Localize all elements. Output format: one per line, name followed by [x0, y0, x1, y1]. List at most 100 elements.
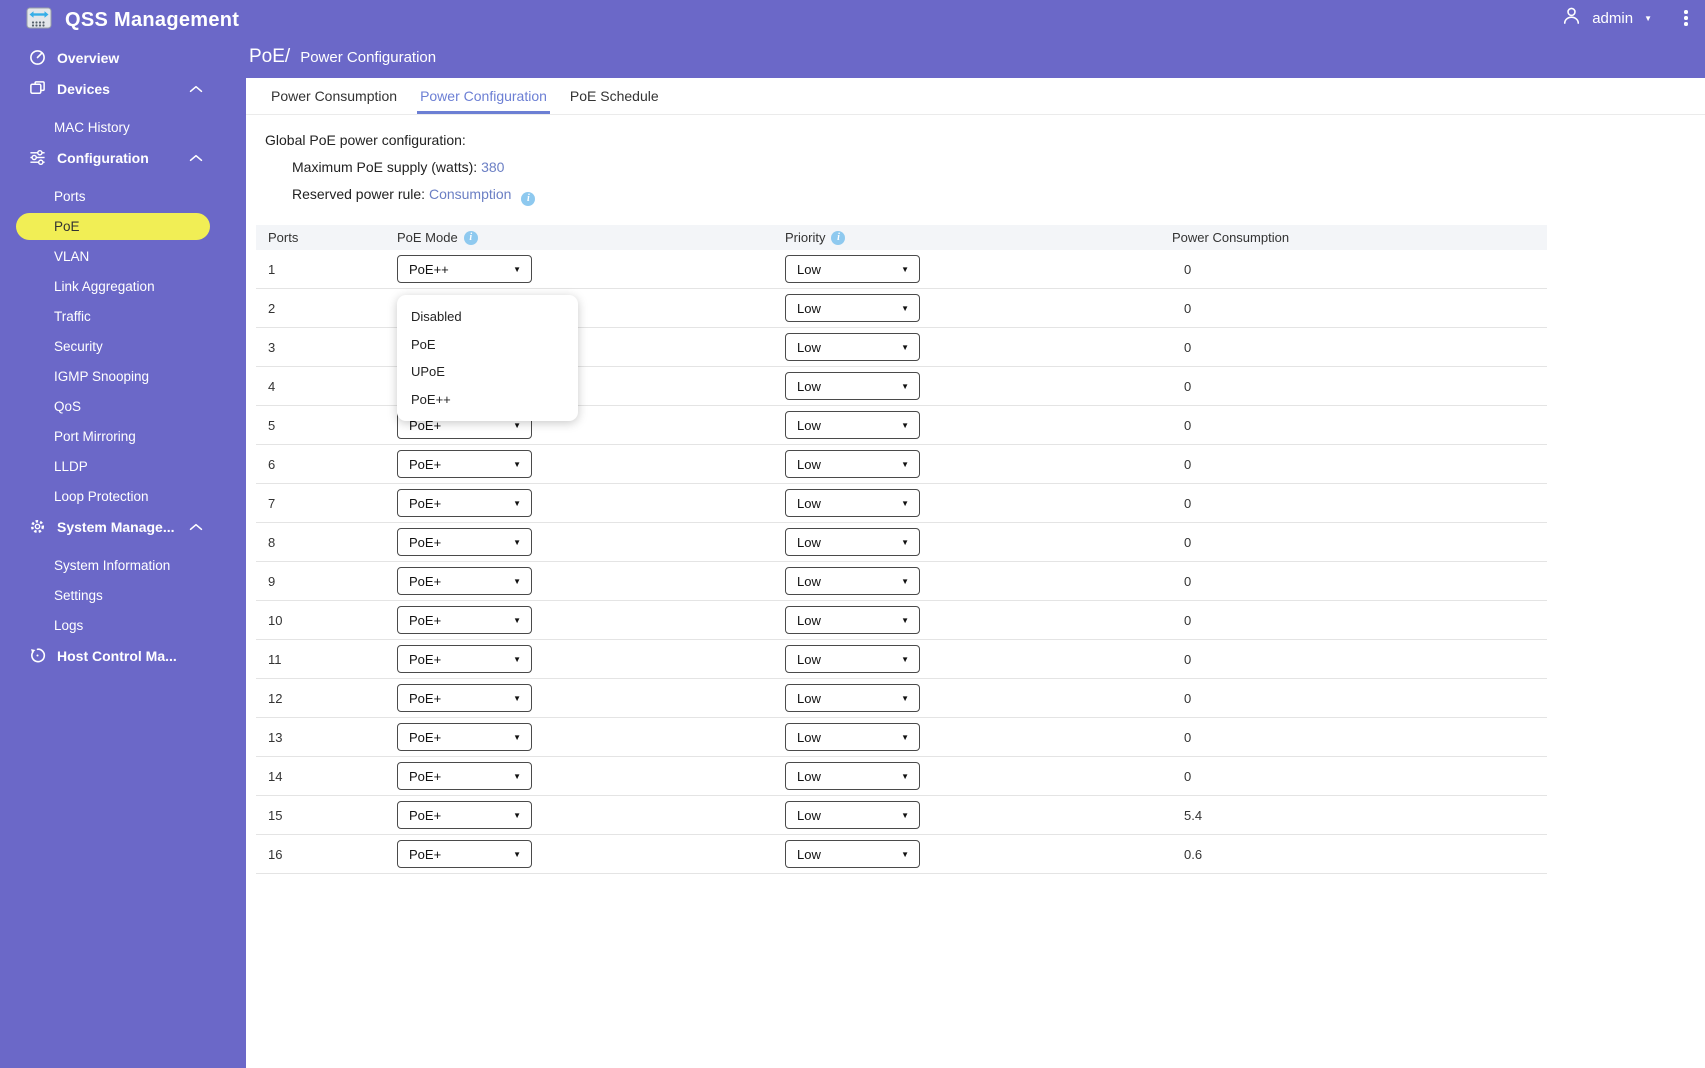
sidebar-item-ports[interactable]: Ports	[0, 181, 246, 211]
sidebar-item-logs[interactable]: Logs	[0, 610, 246, 640]
poe-mode-select[interactable]: PoE+ ▼	[397, 450, 532, 478]
breadcrumb-page: Power Configuration	[300, 48, 437, 66]
qss-management-window: QSS Management admin ▼ Overview Devices …	[0, 0, 1705, 1068]
table-row: 8 PoE+ ▼ Low ▼ 0	[256, 523, 1547, 562]
port-number: 8	[268, 534, 276, 550]
sidebar-item-loop-protection[interactable]: Loop Protection	[0, 481, 246, 511]
sidebar-item-configuration[interactable]: Configuration	[0, 142, 246, 173]
caret-down-icon: ▼	[901, 537, 909, 547]
max-supply-value-link[interactable]: 380	[481, 159, 504, 175]
caret-down-icon: ▼	[513, 654, 521, 664]
port-number: 6	[268, 456, 276, 472]
caret-down-icon: ▼	[901, 849, 909, 859]
devices-icon	[28, 80, 46, 98]
priority-select[interactable]: Low ▼	[785, 372, 920, 400]
user-menu[interactable]: admin ▼	[1562, 0, 1652, 36]
caret-down-icon: ▼	[513, 849, 521, 859]
sidebar-item-qos[interactable]: QoS	[0, 391, 246, 421]
priority-select[interactable]: Low ▼	[785, 723, 920, 751]
sidebar-item-lldp[interactable]: LLDP	[0, 451, 246, 481]
sidebar-item-security[interactable]: Security	[0, 331, 246, 361]
priority-select[interactable]: Low ▼	[785, 255, 920, 283]
poe-mode-select[interactable]: PoE++ ▼	[397, 255, 532, 283]
caret-down-icon: ▼	[1644, 13, 1652, 23]
info-icon[interactable]: i	[463, 230, 478, 245]
chevron-up-icon[interactable]	[189, 523, 203, 531]
sidebar-item-system-manage[interactable]: System Manage...	[0, 511, 246, 542]
priority-select[interactable]: Low ▼	[785, 567, 920, 595]
sidebar-item-mac-history[interactable]: MAC History	[0, 112, 246, 142]
info-icon[interactable]: i	[831, 230, 846, 245]
sidebar-item-system-information[interactable]: System Information	[0, 550, 246, 580]
col-header-poe-mode: PoE Mode i	[385, 230, 773, 245]
tab-power-consumption[interactable]: Power Consumption	[271, 78, 397, 114]
caret-down-icon: ▼	[901, 771, 909, 781]
dropdown-option-upoe[interactable]: UPoE	[397, 358, 578, 386]
brand: QSS Management	[26, 5, 239, 36]
chevron-up-icon[interactable]	[189, 85, 203, 93]
sidebar-item-traffic[interactable]: Traffic	[0, 301, 246, 331]
priority-select[interactable]: Low ▼	[785, 333, 920, 361]
tab-power-configuration[interactable]: Power Configuration	[417, 78, 550, 114]
poe-mode-select[interactable]: PoE+ ▼	[397, 606, 532, 634]
power-consumption-value: 0	[1184, 651, 1192, 667]
info-icon[interactable]: i	[521, 191, 536, 206]
poe-mode-select[interactable]: PoE+ ▼	[397, 567, 532, 595]
sidebar-item-settings[interactable]: Settings	[0, 580, 246, 610]
reserved-rule-value-link[interactable]: Consumption	[429, 186, 512, 202]
poe-mode-select[interactable]: PoE+ ▼	[397, 840, 532, 868]
sidebar-item-host-control-ma[interactable]: Host Control Ma...	[0, 640, 246, 671]
power-consumption-value: 0	[1184, 339, 1192, 355]
sidebar-item-igmp-snooping[interactable]: IGMP Snooping	[0, 361, 246, 391]
poe-mode-select[interactable]: PoE+ ▼	[397, 489, 532, 517]
priority-select[interactable]: Low ▼	[785, 801, 920, 829]
table-row: 13 PoE+ ▼ Low ▼ 0	[256, 718, 1547, 757]
sidebar-item-port-mirroring[interactable]: Port Mirroring	[0, 421, 246, 451]
priority-select[interactable]: Low ▼	[785, 450, 920, 478]
priority-select[interactable]: Low ▼	[785, 528, 920, 556]
sidebar-item-devices[interactable]: Devices	[0, 73, 246, 104]
poe-mode-select[interactable]: PoE+ ▼	[397, 801, 532, 829]
sidebar-item-link-aggregation[interactable]: Link Aggregation	[0, 271, 246, 301]
dropdown-option-poe[interactable]: PoE	[397, 331, 578, 359]
table-row: 12 PoE+ ▼ Low ▼ 0	[256, 679, 1547, 718]
sidebar-item-vlan[interactable]: VLAN	[0, 241, 246, 271]
dropdown-option-disabled[interactable]: Disabled	[397, 303, 578, 331]
caret-down-icon: ▼	[901, 810, 909, 820]
port-number: 2	[268, 300, 276, 316]
port-number: 11	[268, 651, 282, 667]
poe-mode-select[interactable]: PoE+ ▼	[397, 645, 532, 673]
caret-down-icon: ▼	[901, 342, 909, 352]
caret-down-icon: ▼	[901, 381, 909, 391]
priority-select[interactable]: Low ▼	[785, 606, 920, 634]
port-number: 13	[268, 729, 283, 745]
port-number: 14	[268, 768, 283, 784]
power-consumption-value: 0.6	[1184, 846, 1203, 862]
caret-down-icon: ▼	[901, 654, 909, 664]
caret-down-icon: ▼	[513, 576, 521, 586]
priority-select[interactable]: Low ▼	[785, 294, 920, 322]
kebab-menu-icon[interactable]	[1679, 8, 1693, 28]
dropdown-option-poe[interactable]: PoE++	[397, 386, 578, 414]
chevron-up-icon[interactable]	[189, 154, 203, 162]
port-number: 15	[268, 807, 283, 823]
breadcrumb: PoE/ Power Configuration	[246, 36, 1705, 78]
sidebar: Overview Devices MAC History Configurati…	[0, 36, 246, 1068]
priority-select[interactable]: Low ▼	[785, 840, 920, 868]
priority-select[interactable]: Low ▼	[785, 762, 920, 790]
power-consumption-value: 0	[1184, 300, 1192, 316]
priority-select[interactable]: Low ▼	[785, 645, 920, 673]
sidebar-item-poe[interactable]: PoE	[16, 212, 210, 240]
priority-select[interactable]: Low ▼	[785, 411, 920, 439]
sidebar-item-overview[interactable]: Overview	[0, 42, 246, 73]
power-consumption-value: 0	[1184, 690, 1192, 706]
table-row: 14 PoE+ ▼ Low ▼ 0	[256, 757, 1547, 796]
tab-poe-schedule[interactable]: PoE Schedule	[570, 78, 659, 114]
poe-mode-select[interactable]: PoE+ ▼	[397, 684, 532, 712]
poe-mode-select[interactable]: PoE+ ▼	[397, 528, 532, 556]
priority-select[interactable]: Low ▼	[785, 684, 920, 712]
poe-mode-select[interactable]: PoE+ ▼	[397, 723, 532, 751]
priority-select[interactable]: Low ▼	[785, 489, 920, 517]
poe-mode-select[interactable]: PoE+ ▼	[397, 762, 532, 790]
sliders-icon	[28, 149, 46, 167]
